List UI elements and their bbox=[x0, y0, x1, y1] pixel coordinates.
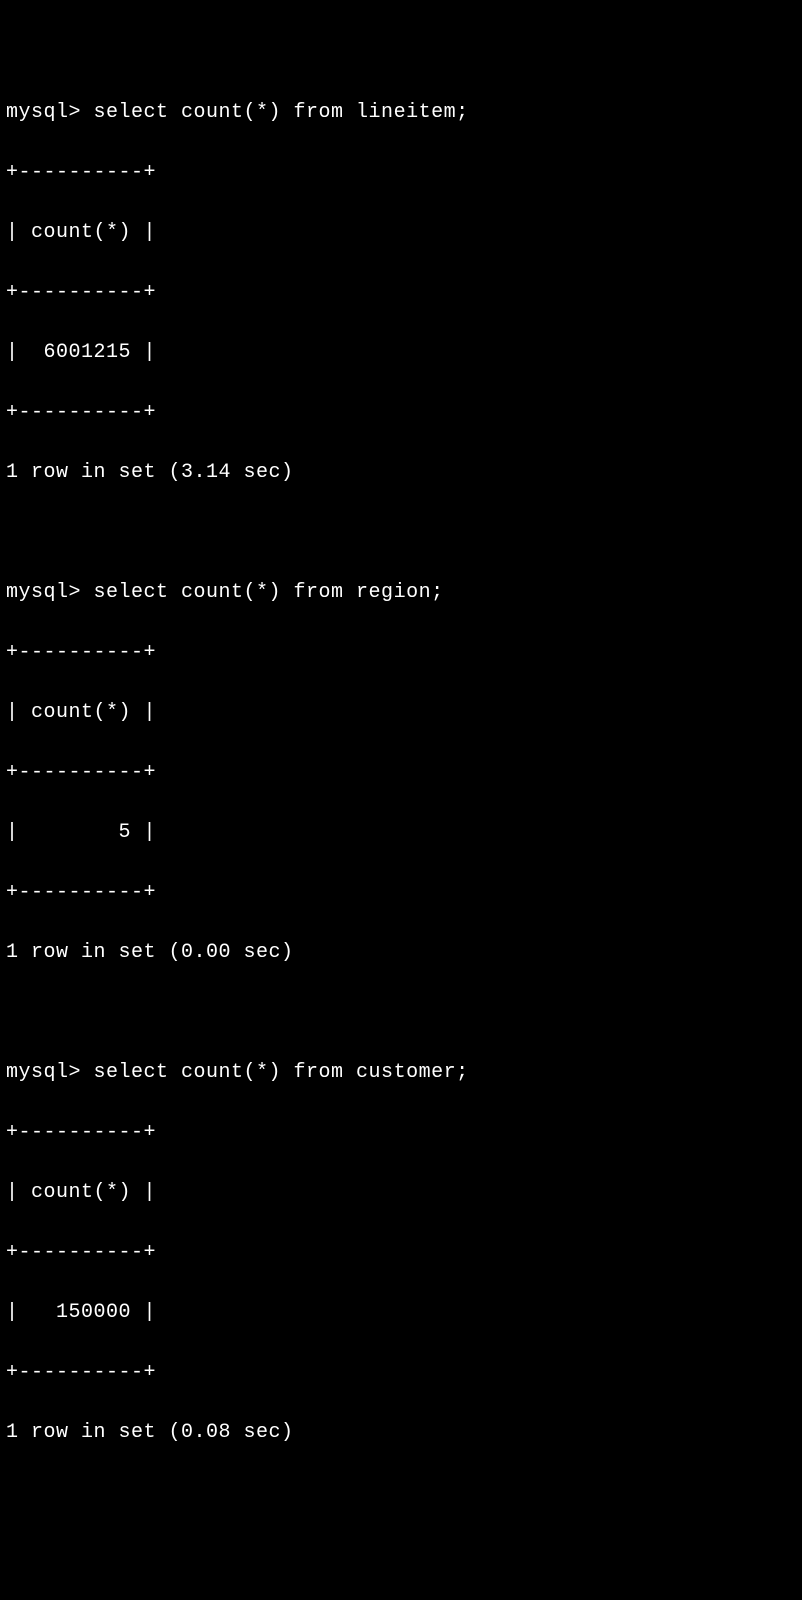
table-value: | 5 | bbox=[6, 818, 796, 848]
table-border: +----------+ bbox=[6, 1358, 796, 1388]
result-summary: 1 row in set (0.08 sec) bbox=[6, 1418, 796, 1448]
blank-line bbox=[6, 998, 796, 1028]
table-border: +----------+ bbox=[6, 878, 796, 908]
mysql-prompt: mysql> bbox=[6, 581, 94, 604]
table-border: +----------+ bbox=[6, 758, 796, 788]
mysql-prompt: mysql> bbox=[6, 1061, 94, 1084]
sql-statement: select count(*) from customer; bbox=[94, 1061, 469, 1084]
query-line[interactable]: mysql> select count(*) from customer; bbox=[6, 1058, 796, 1088]
result-summary: 1 row in set (0.00 sec) bbox=[6, 938, 796, 968]
sql-statement: select count(*) from region; bbox=[94, 581, 444, 604]
table-border: +----------+ bbox=[6, 638, 796, 668]
table-value: | 150000 | bbox=[6, 1298, 796, 1328]
mysql-prompt: mysql> bbox=[6, 101, 94, 124]
table-header: | count(*) | bbox=[6, 1178, 796, 1208]
table-border: +----------+ bbox=[6, 398, 796, 428]
table-border: +----------+ bbox=[6, 158, 796, 188]
query-line[interactable]: mysql> select count(*) from region; bbox=[6, 578, 796, 608]
sql-statement: select count(*) from lineitem; bbox=[94, 101, 469, 124]
blank-line bbox=[6, 518, 796, 548]
table-border: +----------+ bbox=[6, 278, 796, 308]
table-header: | count(*) | bbox=[6, 218, 796, 248]
table-value: | 6001215 | bbox=[6, 338, 796, 368]
result-summary: 1 row in set (3.14 sec) bbox=[6, 458, 796, 488]
table-header: | count(*) | bbox=[6, 698, 796, 728]
table-border: +----------+ bbox=[6, 1238, 796, 1268]
table-border: +----------+ bbox=[6, 1118, 796, 1148]
query-line[interactable]: mysql> select count(*) from lineitem; bbox=[6, 98, 796, 128]
